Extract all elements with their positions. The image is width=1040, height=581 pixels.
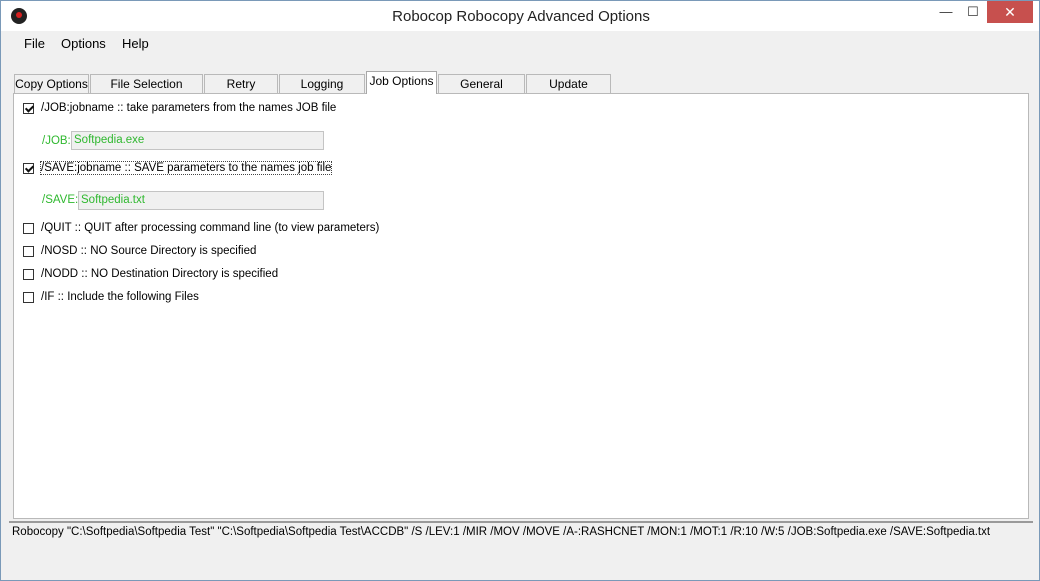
quit-checkbox[interactable]: [23, 223, 34, 234]
title-bar[interactable]: Robocop Robocopy Advanced Options — ☐ ✕: [1, 1, 1039, 31]
menu-file[interactable]: File: [24, 36, 45, 51]
job-checkbox[interactable]: [23, 103, 34, 114]
if-checkbox[interactable]: [23, 292, 34, 303]
tab-file-selection-options[interactable]: File Selection Options: [90, 74, 203, 110]
nosd-option-label: /NOSD :: NO Source Directory is specifie…: [41, 245, 257, 257]
job-options-panel: /JOB:jobname :: take parameters from the…: [13, 93, 1029, 519]
save-option-label: /SAVE:jobname :: SAVE parameters to the …: [39, 161, 333, 175]
nodd-checkbox[interactable]: [23, 269, 34, 280]
job-option-label: /JOB:jobname :: take parameters from the…: [41, 102, 337, 114]
command-line-text: Robocopy "C:\Softpedia\Softpedia Test" "…: [12, 526, 991, 538]
tab-copy-options[interactable]: Copy Options: [14, 74, 89, 93]
if-option-row[interactable]: /IF :: Include the following Files: [23, 291, 423, 307]
nosd-option-row[interactable]: /NOSD :: NO Source Directory is specifie…: [23, 245, 423, 261]
nodd-option-row[interactable]: /NODD :: NO Destination Directory is spe…: [23, 268, 423, 284]
app-window: Robocop Robocopy Advanced Options — ☐ ✕ …: [0, 0, 1040, 581]
command-output-area[interactable]: Robocopy "C:\Softpedia\Softpedia Test" "…: [9, 521, 1033, 573]
save-checkbox[interactable]: [23, 163, 34, 174]
job-option-row[interactable]: /JOB:jobname :: take parameters from the…: [23, 102, 423, 118]
quit-option-label: /QUIT :: QUIT after processing command l…: [41, 222, 380, 234]
save-field-label: /SAVE:: [42, 194, 79, 206]
maximize-button[interactable]: ☐: [960, 1, 986, 23]
save-option-row[interactable]: /SAVE:jobname :: SAVE parameters to the …: [23, 161, 423, 178]
tab-retry-options[interactable]: Retry Options: [204, 74, 278, 110]
menu-bar: File Options Help: [9, 32, 1033, 56]
minimize-button[interactable]: —: [933, 1, 959, 23]
client-area: Copy Options File Selection Options Retr…: [9, 57, 1033, 575]
save-file-field[interactable]: Softpedia.txt: [78, 191, 324, 210]
job-file-field[interactable]: Softpedia.exe: [71, 131, 324, 150]
menu-help[interactable]: Help: [122, 36, 149, 51]
close-button[interactable]: ✕: [987, 1, 1033, 23]
if-option-label: /IF :: Include the following Files: [41, 291, 199, 303]
tab-job-options[interactable]: Job Options: [366, 71, 437, 94]
nodd-option-label: /NODD :: NO Destination Directory is spe…: [41, 268, 279, 280]
tab-logging-options[interactable]: Logging Options: [279, 74, 365, 110]
window-title: Robocop Robocopy Advanced Options: [392, 8, 650, 25]
quit-option-row[interactable]: /QUIT :: QUIT after processing command l…: [23, 222, 423, 238]
menu-options[interactable]: Options: [61, 36, 106, 51]
tab-update-settings[interactable]: Update Settings: [526, 74, 611, 110]
nosd-checkbox[interactable]: [23, 246, 34, 257]
tab-general-settings[interactable]: General Settings: [438, 74, 525, 110]
job-field-label: /JOB:: [42, 135, 71, 147]
